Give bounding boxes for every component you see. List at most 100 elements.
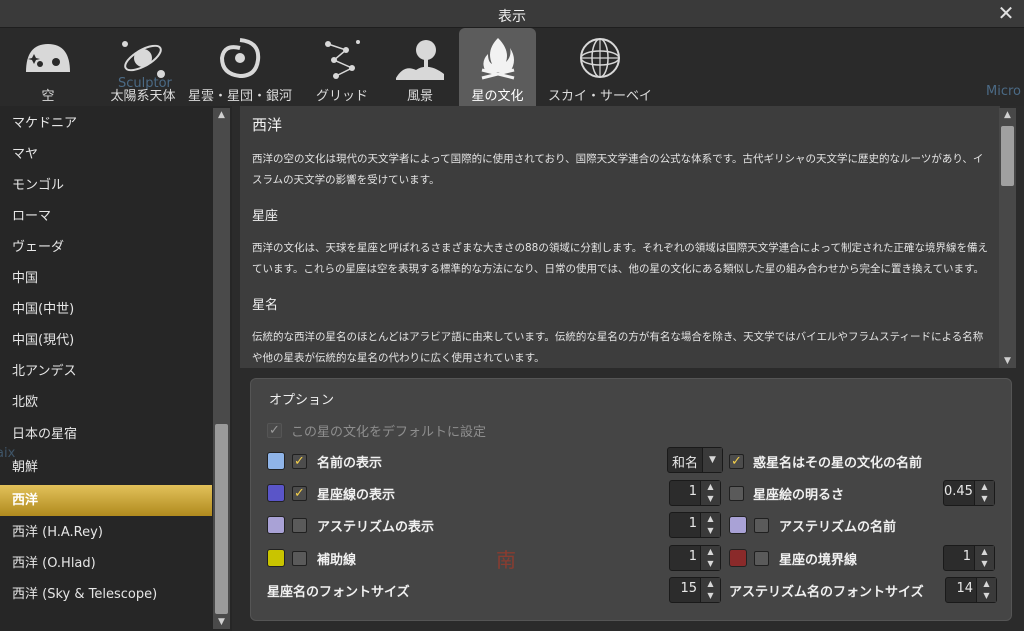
boundaries-color-swatch[interactable] (729, 549, 747, 567)
tab-sky[interactable]: 空 (15, 28, 81, 106)
spin-down-icon[interactable]: ▼ (977, 590, 996, 602)
planet-names-checkbox[interactable]: ✓ (729, 454, 744, 469)
spin-buttons[interactable]: ▲ ▼ (700, 481, 720, 505)
scroll-down-arrow-icon[interactable]: ▼ (999, 354, 1016, 368)
ray-helpers-checkbox[interactable] (292, 551, 307, 566)
spin-up-icon[interactable]: ▲ (701, 513, 720, 525)
ray-helpers-label: 補助線 (317, 553, 357, 568)
list-item[interactable]: 西洋 (Sky & Telescope) (0, 579, 212, 610)
starlore-list[interactable]: マケドニア マヤ モンゴル ローマ ヴェーダ 中国 中国(中世) 中国(現代) … (0, 106, 232, 631)
show-asterisms-checkbox[interactable] (292, 518, 307, 533)
list-item[interactable]: 中国(現代) (0, 325, 212, 356)
boundaries-checkbox[interactable] (754, 551, 769, 566)
lines-width-spinbox[interactable]: 1 ▲ ▼ (669, 480, 721, 506)
boundaries-label: 星座の境界線 (779, 553, 858, 568)
spin-down-icon[interactable]: ▼ (701, 493, 720, 505)
description-scrollbar[interactable]: ▲ ▼ (999, 108, 1016, 368)
spin-up-icon[interactable]: ▲ (975, 546, 994, 558)
sky-icon (26, 44, 70, 72)
close-icon[interactable]: ✕ (996, 3, 1016, 23)
asterism-font-size-label: アステリズム名のフォントサイズ (729, 585, 924, 600)
spin-buttons[interactable]: ▲ ▼ (700, 513, 720, 537)
list-item[interactable]: 北欧 (0, 387, 212, 418)
list-item[interactable]: マヤ (0, 139, 212, 170)
show-names-checkbox[interactable]: ✓ (292, 454, 307, 469)
spin-buttons[interactable]: ▲ ▼ (700, 578, 720, 602)
show-asterisms-label: アステリズムの表示 (317, 520, 435, 535)
spin-up-icon[interactable]: ▲ (975, 481, 994, 493)
spin-up-icon[interactable]: ▲ (701, 546, 720, 558)
asterisms-color-swatch[interactable] (267, 516, 285, 534)
tab-label: 風景 (406, 89, 433, 104)
section-heading: 星名 (252, 298, 279, 313)
name-style-select[interactable]: 和名 ▼ (667, 447, 723, 473)
font-size-spinbox[interactable]: 15 ▲ ▼ (669, 577, 721, 603)
list-item[interactable]: 朝鮮 (0, 452, 212, 483)
font-size-label: 星座名のフォントサイズ (267, 585, 410, 600)
tab-solar-system[interactable]: 太陽系天体 (96, 28, 190, 106)
scroll-up-arrow-icon[interactable]: ▲ (213, 108, 230, 122)
list-item[interactable]: 中国(中世) (0, 294, 212, 325)
description-title: 西洋 (252, 116, 283, 134)
art-brightness-spinbox[interactable]: 0.45 ▲ ▼ (943, 480, 995, 506)
description-paragraph: 伝統的な西洋の星名のほとんどはアラビア語に由来しています。伝統的な星名の方が有名… (252, 331, 984, 364)
spin-down-icon[interactable]: ▼ (701, 525, 720, 537)
bg-cardinal-south: 南 (496, 548, 516, 572)
list-item[interactable]: 日本の星宿 (0, 419, 212, 450)
names-color-swatch[interactable] (267, 452, 285, 470)
scroll-up-arrow-icon[interactable]: ▲ (999, 108, 1016, 122)
asterism-names-color-swatch[interactable] (729, 516, 747, 534)
spin-down-icon[interactable]: ▼ (701, 590, 720, 602)
chevron-down-icon[interactable]: ▼ (702, 448, 722, 472)
tab-grids[interactable]: グリッド (306, 28, 378, 106)
spin-down-icon[interactable]: ▼ (975, 558, 994, 570)
ray-width-spinbox[interactable]: 1 ▲ ▼ (669, 545, 721, 571)
section-heading: 星座 (252, 209, 279, 224)
tab-label: グリッド (315, 89, 368, 104)
boundary-width-spinbox[interactable]: 1 ▲ ▼ (943, 545, 995, 571)
spin-up-icon[interactable]: ▲ (701, 578, 720, 590)
art-brightness-checkbox[interactable] (729, 486, 744, 501)
rays-color-swatch[interactable] (267, 549, 285, 567)
list-item[interactable]: 中国 (0, 263, 212, 294)
spin-buttons[interactable]: ▲ ▼ (700, 546, 720, 570)
list-item[interactable]: 北アンデス (0, 356, 212, 387)
spin-down-icon[interactable]: ▼ (975, 493, 994, 505)
grid-icon (325, 40, 360, 79)
scroll-thumb[interactable] (215, 424, 228, 614)
spin-down-icon[interactable]: ▼ (701, 558, 720, 570)
sidebar-scrollbar[interactable]: ▲ ▼ (213, 108, 230, 629)
show-names-label: 名前の表示 (317, 456, 383, 471)
list-item[interactable]: モンゴル (0, 170, 212, 201)
list-item[interactable]: ヴェーダ (0, 232, 212, 263)
list-item[interactable]: 西洋 (O.Hlad) (0, 548, 212, 579)
spin-buttons[interactable]: ▲ ▼ (974, 546, 994, 570)
spin-buttons[interactable]: ▲ ▼ (976, 578, 996, 602)
asterism-names-checkbox[interactable] (754, 518, 769, 533)
scroll-down-arrow-icon[interactable]: ▼ (213, 615, 230, 629)
tab-surveys[interactable]: スカイ・サーベイ (546, 28, 654, 106)
show-lines-checkbox[interactable]: ✓ (292, 486, 307, 501)
spin-value: 0.45 (944, 484, 973, 499)
tab-deep-sky[interactable]: 星雲・星団・銀河 (187, 28, 293, 106)
spin-up-icon[interactable]: ▲ (977, 578, 996, 590)
asterism-font-size-spinbox[interactable]: 14 ▲ ▼ (945, 577, 997, 603)
options-title: オプション (269, 393, 335, 408)
asterism-width-spinbox[interactable]: 1 ▲ ▼ (669, 512, 721, 538)
spin-buttons[interactable]: ▲ ▼ (974, 481, 994, 505)
list-item[interactable]: マケドニア (0, 108, 212, 139)
spin-up-icon[interactable]: ▲ (701, 481, 720, 493)
tab-label: スカイ・サーベイ (547, 89, 652, 104)
default-checkbox[interactable]: ✓ (267, 423, 282, 438)
scroll-thumb[interactable] (1001, 126, 1014, 186)
tab-landscape[interactable]: 風景 (388, 28, 452, 106)
options-group: オプション ✓ この星の文化をデフォルトに設定 ✓ 名前の表示 和名 ▼ ✓ 惑… (250, 378, 1012, 621)
tab-bar: Sculptor Micro 空 太陽系天体 星雲・星団・銀河 グリッド 風景 … (0, 28, 1024, 106)
spin-value: 1 (688, 549, 697, 564)
lines-color-swatch[interactable] (267, 484, 285, 502)
tab-starlore[interactable]: 星の文化 (459, 28, 536, 106)
list-item[interactable]: 西洋 (H.A.Rey) (0, 517, 212, 548)
list-item-selected[interactable]: 西洋 (0, 485, 212, 516)
list-item[interactable]: ローマ (0, 201, 212, 232)
spin-value: 15 (680, 581, 697, 596)
